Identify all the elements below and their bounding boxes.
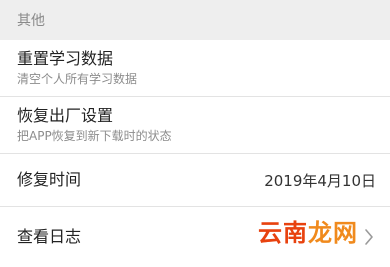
watermark-text-part2: 龙网 xyxy=(308,219,358,247)
chevron-right-icon xyxy=(362,227,376,247)
reset-learning-data-item[interactable]: 重置学习数据 清空个人所有学习数据 xyxy=(0,40,390,97)
repair-time-item[interactable]: 修复时间 2019年4月10日 xyxy=(0,154,390,207)
view-log-title: 查看日志 xyxy=(17,227,82,246)
repair-time-title: 修复时间 xyxy=(17,170,82,189)
settings-screen: 其他 重置学习数据 清空个人所有学习数据 恢复出厂设置 把APP恢复到新下载时的… xyxy=(0,0,390,267)
factory-reset-item[interactable]: 恢复出厂设置 把APP恢复到新下载时的状态 xyxy=(0,97,390,154)
factory-reset-subtitle: 把APP恢复到新下载时的状态 xyxy=(17,129,172,143)
section-header: 其他 xyxy=(0,0,390,40)
watermark-text-part1: 云南 xyxy=(258,219,308,247)
reset-learning-data-title: 重置学习数据 xyxy=(17,49,114,68)
factory-reset-title: 恢复出厂设置 xyxy=(17,106,114,125)
watermark-logo: 云南 龙网 xyxy=(258,213,358,248)
reset-learning-data-subtitle: 清空个人所有学习数据 xyxy=(17,72,138,86)
repair-time-value: 2019年4月10日 xyxy=(264,171,376,190)
section-title: 其他 xyxy=(17,13,45,29)
